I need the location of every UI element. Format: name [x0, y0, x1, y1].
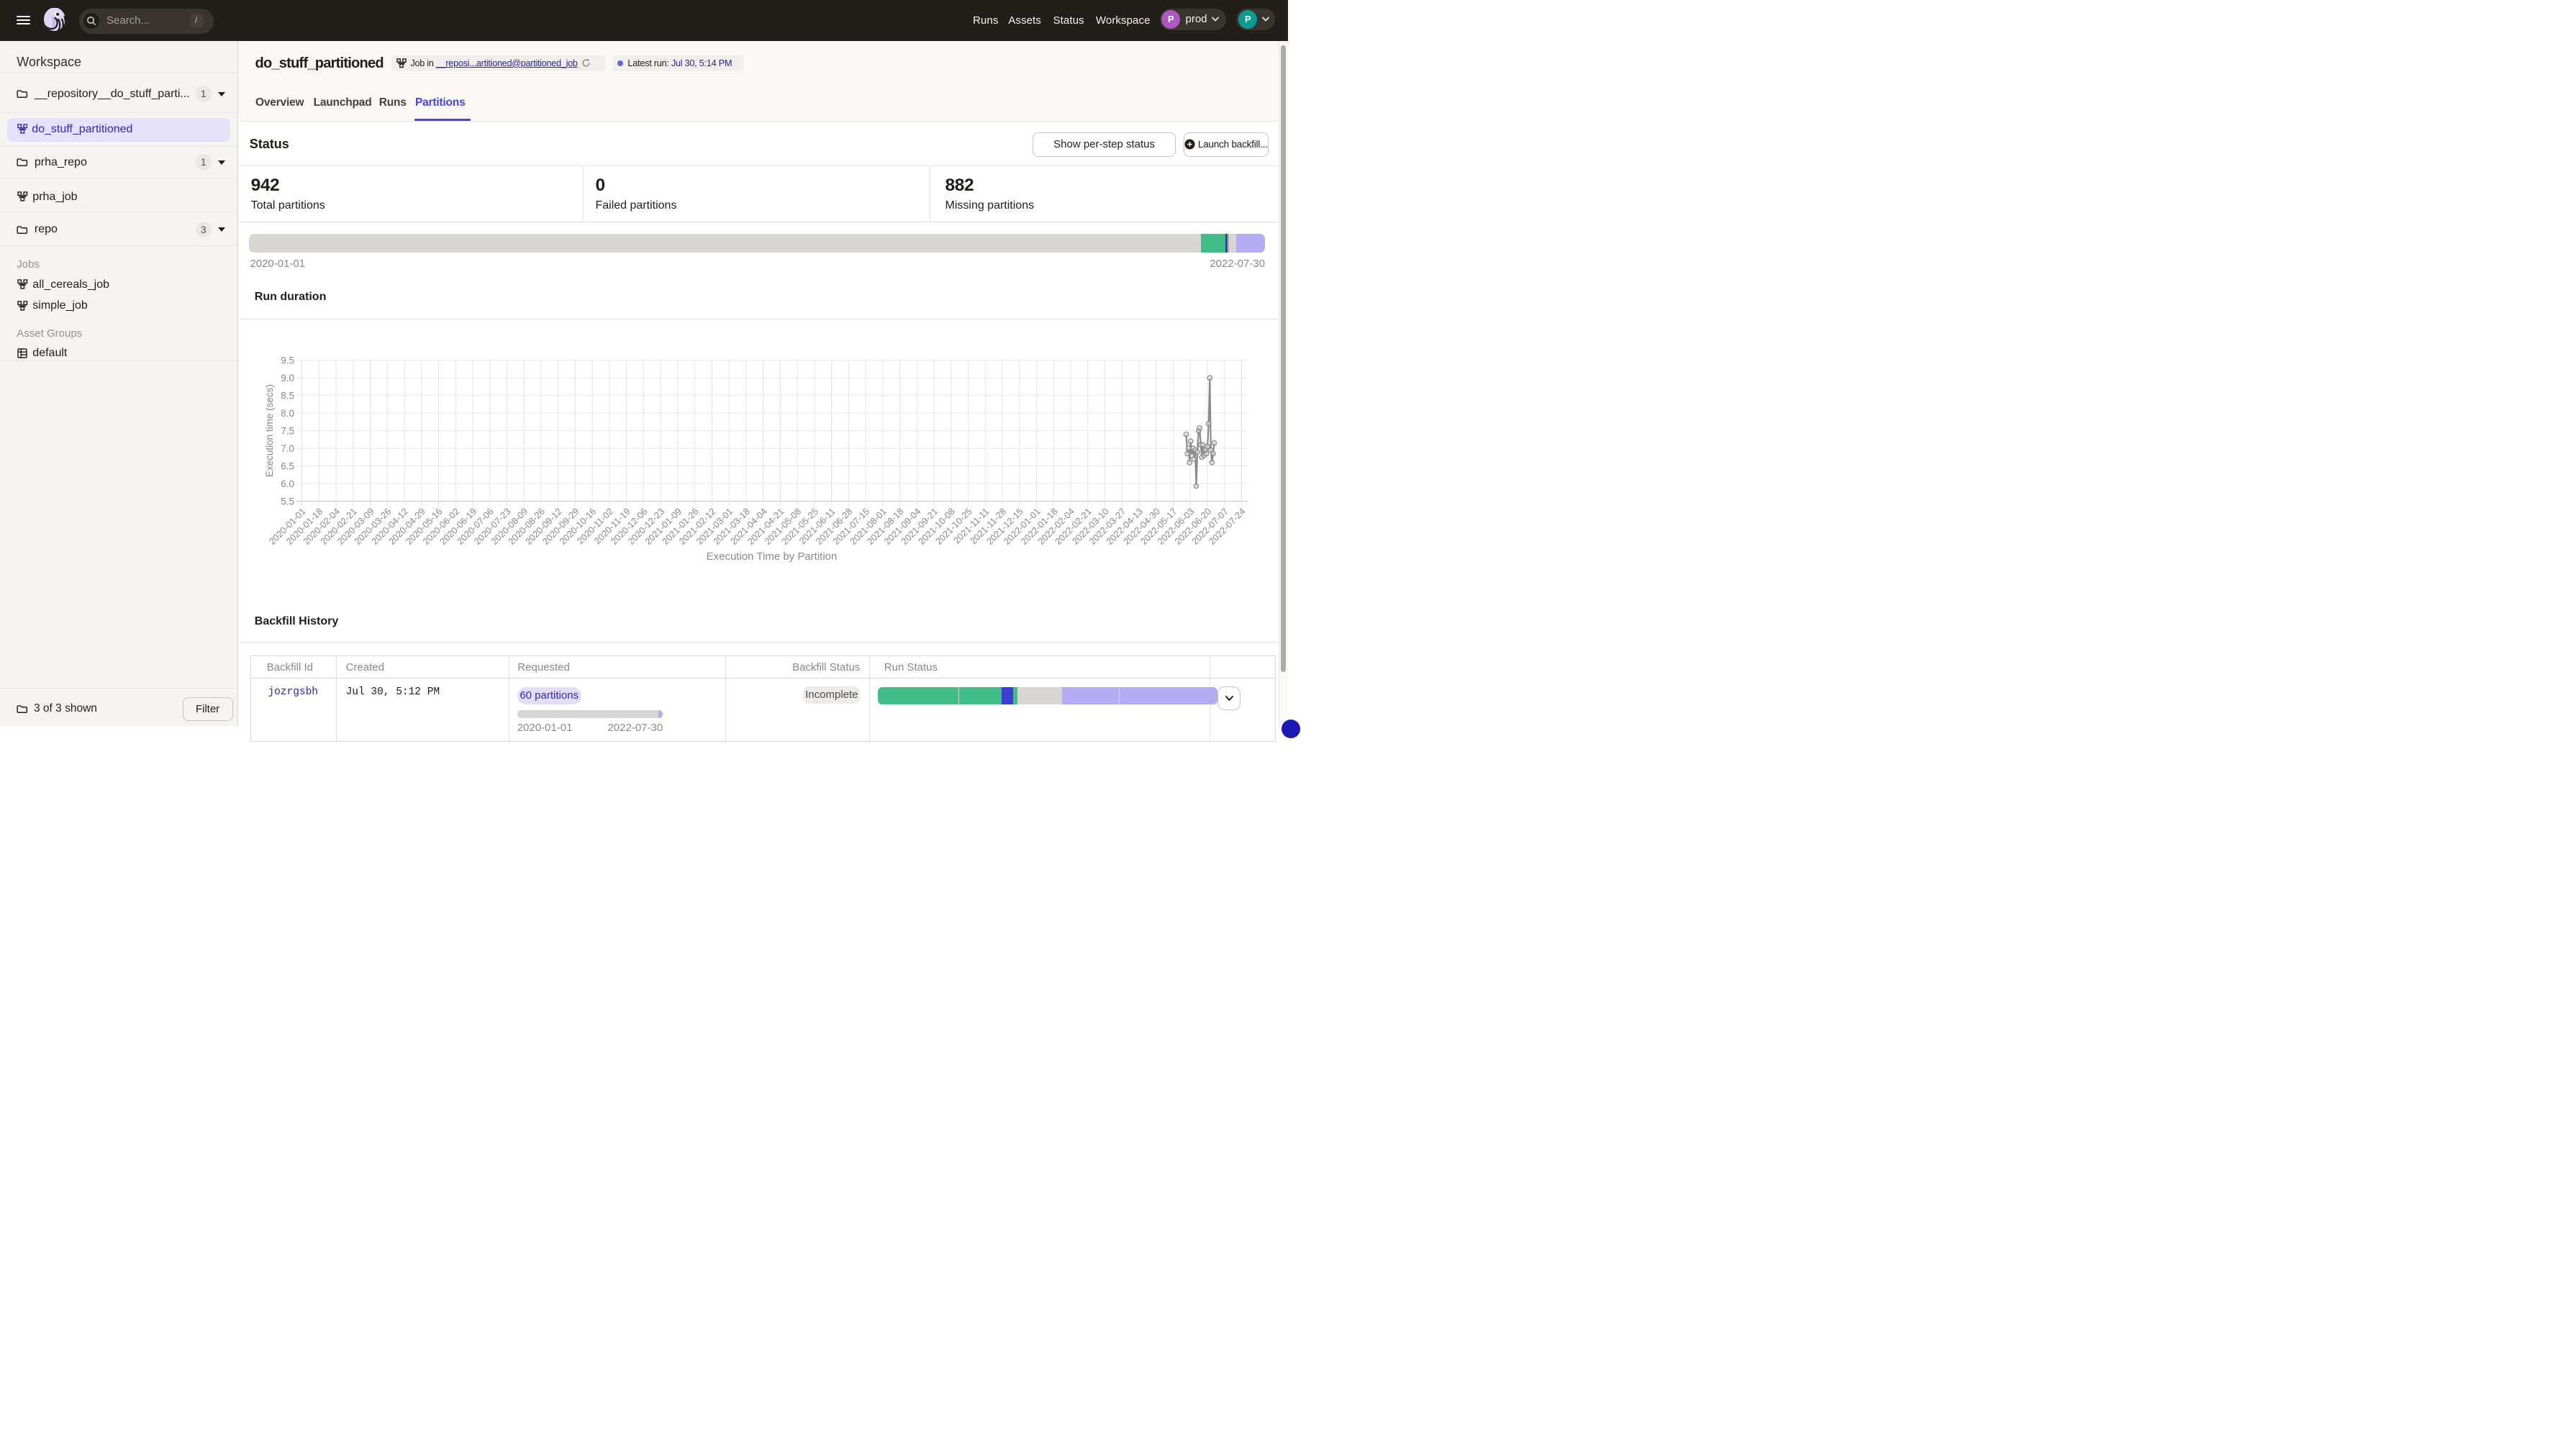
svg-text:9.5: 9.5 — [281, 355, 294, 366]
svg-text:Execution Time by Partition: Execution Time by Partition — [706, 550, 837, 563]
svg-text:6.0: 6.0 — [281, 478, 294, 489]
svg-text:7.5: 7.5 — [281, 425, 294, 436]
svg-text:8.5: 8.5 — [281, 390, 294, 401]
svg-text:6.5: 6.5 — [281, 460, 294, 471]
svg-text:8.0: 8.0 — [281, 407, 294, 418]
svg-text:7.0: 7.0 — [281, 443, 294, 453]
svg-text:9.0: 9.0 — [281, 373, 294, 384]
svg-text:5.5: 5.5 — [281, 496, 294, 507]
svg-text:Execution time (secs): Execution time (secs) — [264, 384, 275, 477]
